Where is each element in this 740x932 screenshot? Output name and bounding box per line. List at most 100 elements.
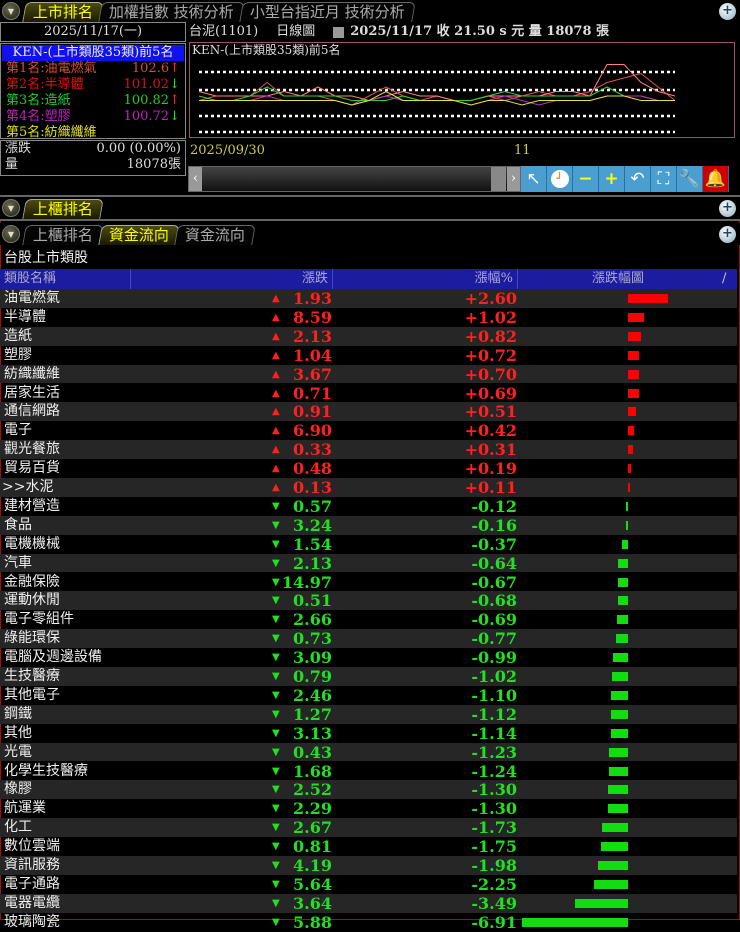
table-row[interactable]: 食品 ▼ 3.24 -0.16 <box>0 515 737 535</box>
checkbox[interactable] <box>333 27 345 38</box>
sector-name: 化學生技醫療 <box>4 762 88 779</box>
table-row[interactable]: 塑膠 ▲ 1.04 +0.72 <box>0 346 737 365</box>
table-row[interactable]: 運動休閒 ▼ 0.51 -0.68 <box>0 591 737 610</box>
pct-bar <box>625 520 628 530</box>
table-row[interactable]: 電器電纜 ▼ 3.64 -3.49 <box>0 893 737 913</box>
up-tick-icon: ▲ <box>272 463 280 475</box>
tab-fund-flow[interactable]: 資金流向 <box>98 225 180 245</box>
table-row[interactable]: 生技醫療 ▼ 0.79 -1.02 <box>0 667 737 686</box>
zoom-in-icon[interactable]: + <box>719 226 736 243</box>
table-row[interactable]: 電腦及週邊設備 ▼ 3.09 -0.99 <box>0 648 737 667</box>
scroll-right-button[interactable]: › <box>507 167 520 191</box>
series-line <box>198 86 675 101</box>
pct-value: +0.11 <box>464 478 517 497</box>
up-tick-icon: ▲ <box>272 311 280 323</box>
change-value: 0.13 <box>293 478 332 497</box>
change-value: 0.43 <box>293 742 332 762</box>
table-row[interactable]: 油電燃氣 ▲ 1.93 +2.60 <box>0 289 737 308</box>
tab-mini-futures-analysis[interactable]: 小型台指近月 技術分析 <box>239 2 416 22</box>
down-tick-icon: ▼ <box>272 538 280 550</box>
table-row[interactable]: 紡織纖維 ▲ 3.67 +0.70 <box>0 364 737 384</box>
table-row[interactable]: 化學生技醫療 ▼ 1.68 -1.24 <box>0 762 737 781</box>
rank-item[interactable]: 第5名:紡織纖維 <box>2 125 184 141</box>
zoom-out-minus-icon[interactable]: − <box>573 166 599 192</box>
col-name[interactable]: 類股名稱 <box>0 269 131 289</box>
col-bar[interactable]: 漲跌幅圖 <box>518 269 718 289</box>
sort-marker[interactable]: / <box>718 269 737 289</box>
tab-taiex-analysis[interactable]: 加權指數 技術分析 <box>98 2 245 22</box>
alert-bell-icon[interactable]: 🔔 <box>703 166 729 192</box>
list-title: KEN-(上市類股35類)前5名 <box>2 45 184 61</box>
table-row[interactable]: 建材營造 ▼ 0.57 -0.12 <box>0 497 737 516</box>
wrench-settings-icon[interactable]: 🔧 <box>677 166 703 192</box>
chart-scrollbar[interactable]: ‹ › <box>188 166 521 192</box>
zoom-in-icon[interactable]: + <box>719 200 736 217</box>
scroll-thumb[interactable] <box>491 167 506 191</box>
table-row[interactable]: 鋼鐵 ▼ 1.27 -1.12 <box>0 704 737 724</box>
table-row[interactable]: 航運業 ▼ 2.29 -1.30 <box>0 799 737 818</box>
cursor-arrow-icon[interactable]: ↖ <box>521 166 547 192</box>
table-row[interactable]: 資訊服務 ▼ 4.19 -1.98 <box>0 856 737 875</box>
undo-icon[interactable]: ↶ <box>625 166 651 192</box>
table-row[interactable]: 玻璃陶瓷 ▼ 5.88 -6.91 <box>0 913 737 932</box>
down-tick-icon: ▼ <box>272 500 280 512</box>
sector-name: 貿易百貨 <box>4 460 60 477</box>
pct-bar <box>618 558 628 568</box>
table-row[interactable]: 半導體 ▲ 8.59 +1.02 <box>0 308 737 327</box>
table-row[interactable]: 金融保險 ▼ 14.97 -0.67 <box>0 573 737 592</box>
table-row[interactable]: 其他 ▼ 3.13 -1.14 <box>0 724 737 743</box>
pct-bar <box>601 842 628 852</box>
table-row[interactable]: 居家生活 ▲ 0.71 +0.69 <box>0 384 737 403</box>
otc-panel-menu-button[interactable]: ▼ <box>2 199 20 217</box>
series-line <box>199 90 675 106</box>
tab-fund-flow-2[interactable]: 資金流向 <box>174 225 256 245</box>
table-row[interactable]: 化工 ▼ 2.67 -1.73 <box>0 818 737 837</box>
rank-item[interactable]: 第2名:半導體 101.02↓ <box>2 77 184 93</box>
table-row[interactable]: 橡膠 ▼ 2.52 -1.30 <box>0 780 737 799</box>
pct-bar <box>628 312 644 322</box>
rank-item[interactable]: 第4名:塑膠 100.72↓ <box>2 109 184 125</box>
flow-tabbar: ▼ 上櫃排名 資金流向 資金流向 <box>0 223 740 245</box>
down-tick-icon: ▼ <box>272 727 280 739</box>
sector-name: >>水泥 <box>2 479 54 495</box>
table-row[interactable]: >>水泥 ▲ 0.13 +0.11 <box>0 478 737 497</box>
panel-menu-button[interactable]: ▼ <box>2 2 20 20</box>
clock-icon[interactable]: ┘ <box>547 166 573 192</box>
col-change[interactable]: 漲跌 <box>131 269 333 289</box>
table-row[interactable]: 電子通路 ▼ 5.64 -2.25 <box>0 875 737 894</box>
scroll-left-button[interactable]: ‹ <box>189 167 202 191</box>
down-tick-icon: ▼ <box>272 652 280 664</box>
pct-bar <box>612 653 628 663</box>
change-value: 1.68 <box>293 761 332 781</box>
pct-bar <box>574 898 628 908</box>
pct-bar <box>628 369 639 379</box>
table-row[interactable]: 電子 ▲ 6.90 +0.42 <box>0 421 737 440</box>
down-tick-icon: ▼ <box>272 765 280 777</box>
table-row[interactable]: 汽車 ▼ 2.13 -0.64 <box>0 553 737 573</box>
tab-otc-ranking[interactable]: 上櫃排名 <box>22 199 104 219</box>
down-tick-icon: ▼ <box>272 671 280 682</box>
table-row[interactable]: 光電 ▼ 0.43 -1.23 <box>0 742 737 762</box>
table-row[interactable]: 電子零組件 ▼ 2.66 -0.69 <box>0 610 737 629</box>
table-row[interactable]: 綠能環保 ▼ 0.73 -0.77 <box>0 629 737 648</box>
table-row[interactable]: 通信網路 ▲ 0.91 +0.51 <box>0 402 737 421</box>
tab-otc-ranking-2[interactable]: 上櫃排名 <box>22 225 104 245</box>
rank-item[interactable]: 第3名:造紙 100.82↑ <box>2 93 184 109</box>
pct-bar <box>622 539 628 549</box>
fit-screen-icon[interactable]: ⛶ <box>651 166 677 192</box>
table-row[interactable]: 其他電子 ▼ 2.46 -1.10 <box>0 686 737 705</box>
sector-name: 電子通路 <box>4 875 60 892</box>
zoom-in-plus-icon[interactable]: + <box>599 166 625 192</box>
table-row[interactable]: 數位雲端 ▼ 0.81 -1.75 <box>0 837 737 856</box>
table-row[interactable]: 觀光餐旅 ▲ 0.33 +0.31 <box>0 440 737 459</box>
table-row[interactable]: 電機機械 ▼ 1.54 -0.37 <box>0 535 737 554</box>
rank-item[interactable]: 第1名:油電燃氣 102.6↑ <box>2 61 184 77</box>
zoom-in-icon[interactable]: + <box>719 3 736 20</box>
flow-panel-menu-button[interactable]: ▼ <box>2 225 20 243</box>
table-row[interactable]: 造紙 ▲ 2.13 +0.82 <box>0 326 737 346</box>
col-pct[interactable]: 漲幅% <box>333 269 518 289</box>
tab-listed-ranking[interactable]: 上市排名 <box>22 2 104 22</box>
table-row[interactable]: 貿易百貨 ▲ 0.48 +0.19 <box>0 459 737 478</box>
pct-bar <box>616 634 628 644</box>
down-tick-icon: ▼ <box>272 576 280 588</box>
